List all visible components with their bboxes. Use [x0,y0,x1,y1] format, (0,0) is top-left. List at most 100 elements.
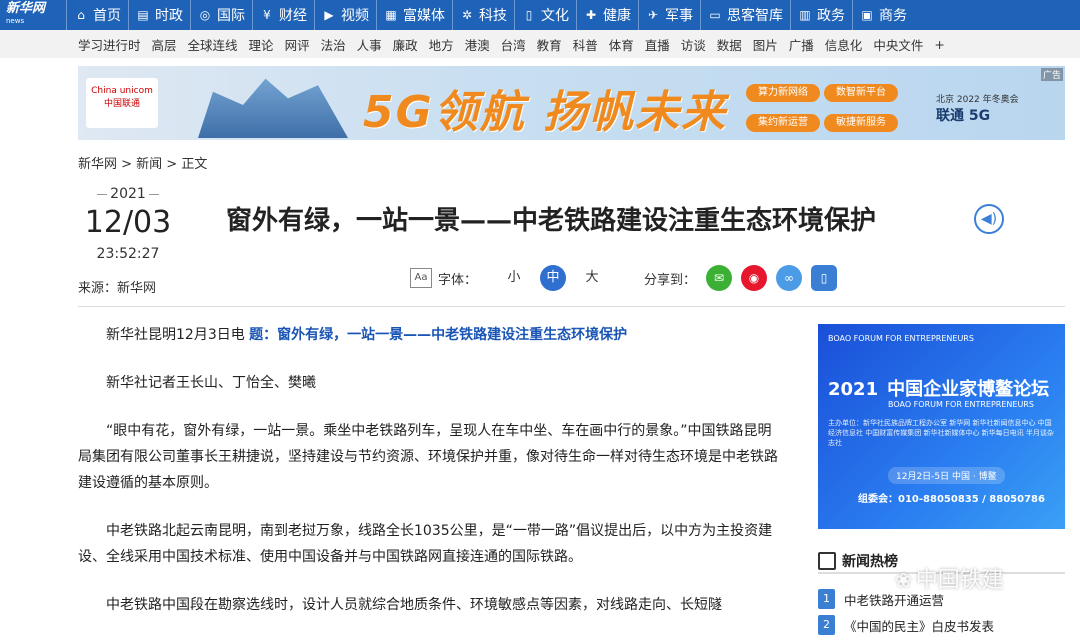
subnav-item-4[interactable]: 网评 [285,35,310,54]
subnav-item-16[interactable]: 数据 [717,35,742,54]
top-nav: 新华网 news ⌂ 首页 ▤ 时政 ◎ 国际 ¥ 财经 ▶ 视频 ▦ 富媒体 ✲ 科技 ▯ 文化 ✚ 健康 ✈ 军事 ▭… [0,0,1080,30]
article-paragraph: 中老铁路中国段在勘察选线时，设计人员就综合地质条件、环境敏感点等因素，对线路走向… [106,597,722,613]
politics-icon: ▤ [137,8,149,22]
subnav-item-21[interactable]: + [934,37,944,52]
subnav-item-13[interactable]: 体育 [609,35,634,54]
nav-item-3[interactable]: ¥ 财经 [252,0,314,30]
home-icon: ⌂ [77,8,85,22]
forum-ad-subtitle: BOAO FORUM FOR ENTREPRENEURS [888,400,1034,409]
nav-item-label: 富媒体 [403,8,445,24]
xinhua-logo[interactable]: 新华网 news [0,0,66,30]
news-list-icon [818,552,836,570]
banner-pill: 集约新运营 [746,114,820,132]
font-label: 字体： [438,272,478,288]
subnav-item-14[interactable]: 直播 [645,35,670,54]
video-icon: ▶ [324,8,334,22]
subnav-item-5[interactable]: 法治 [321,35,346,54]
nav-item-label: 健康 [603,8,631,24]
nav-item-8[interactable]: ✚ 健康 [576,0,638,30]
publish-month-day: 12/03 [84,205,172,240]
thinktank-icon: ▭ [709,8,721,22]
banner-slogan: 5G领航 扬帆未来 [363,87,728,138]
subnav-item-6[interactable]: 人事 [357,35,382,54]
hot-news-rank: 1 [818,589,835,609]
subnav-item-8[interactable]: 地方 [429,35,454,54]
hot-news-item[interactable]: 2 《中国的民主》白皮书发表 [818,612,1065,638]
subnav-item-7[interactable]: 廉政 [393,35,418,54]
nav-item-label: 国际 [217,8,245,24]
nav-item-0[interactable]: ⌂ 首页 [66,0,128,30]
nav-item-label: 科技 [479,8,507,24]
wechat-icon: ❀ [895,568,912,592]
tool-row: Aa 字体： 小 中 大 分享到： ✉ ◉ ∞ ▯ [410,264,846,292]
forum-ad-date: 12月2日-5日 中国 · 博鳌 [888,467,1005,484]
article-paragraph: “眼中有花，窗外有绿，一站一景。乘坐中老铁路列车，呈现人在车中坐、车在画中行的景… [78,423,778,491]
publish-time: 23:52:27 [96,246,160,262]
subnav-item-12[interactable]: 科普 [573,35,598,54]
military-icon: ✈ [647,8,659,22]
subnav-item-9[interactable]: 港澳 [465,35,490,54]
nav-item-5[interactable]: ▦ 富媒体 [376,0,452,30]
breadcrumb[interactable]: 新华网 > 新闻 > 正文 [78,153,207,172]
wechat-share-icon[interactable]: ✉ [706,265,733,291]
banner-pill: 算力新网络 [746,84,820,102]
hot-news-rank: 2 [818,615,835,635]
nav-item-11[interactable]: ▥ 政务 [790,0,852,30]
byline-paragraph: 新华社记者王长山、丁怡全、樊曦 [106,375,316,391]
article-title: 窗外有绿，一站一景——中老铁路建设注重生态环境保护 [226,206,877,236]
hot-news-text: 《中国的民主》白皮书发表 [844,618,995,634]
article-source: 来源：新华网 [78,281,157,296]
nav-item-label: 思客智库 [727,8,783,24]
nav-item-10[interactable]: ▭ 思客智库 [700,0,790,30]
nav-item-1[interactable]: ▤ 时政 [128,0,190,30]
nav-item-4[interactable]: ▶ 视频 [314,0,376,30]
font-size-medium[interactable]: 中 [540,265,567,291]
culture-icon: ▯ [525,8,533,22]
speaker-icon[interactable]: ◀) [974,204,1004,234]
subnav-item-18[interactable]: 广播 [789,35,814,54]
ad-tag: 广告 [1040,68,1063,81]
nav-item-12[interactable]: ▣ 商务 [852,0,914,30]
nav-item-2[interactable]: ◎ 国际 [190,0,252,30]
font-size-small[interactable]: 小 [501,265,527,291]
weibo-share-icon[interactable]: ◉ [741,265,768,291]
forum-ad[interactable]: BOAO FORUM FOR ENTREPRENEURS 2021 中国企业家博… [818,324,1065,529]
nav-item-label: 文化 [541,8,569,24]
nav-item-7[interactable]: ▯ 文化 [514,0,576,30]
subnav-item-19[interactable]: 信息化 [825,35,863,54]
nav-item-label: 视频 [341,8,369,24]
mobile-share-icon[interactable]: ▯ [811,265,838,291]
sub-nav: 学习进行时 高层 全球连线 理论 网评 法治 人事 廉政 地方 港澳 台湾 教育 科普 体育 直播 访谈 数据图… [0,30,1080,58]
gov-icon: ▥ [799,8,811,22]
article-body: 新华社昆明12月3日电 题：窗外有绿，一站一景——中老铁路建设注重生态环境保护 … [78,322,784,640]
subnav-item-17[interactable]: 图片 [753,35,778,54]
nav-item-label: 时政 [155,8,183,24]
nav-item-label: 军事 [665,8,693,24]
font-size-large[interactable]: 大 [579,265,605,291]
subnav-item-15[interactable]: 访谈 [681,35,706,54]
subnav-item-1[interactable]: 高层 [152,35,177,54]
nav-item-label: 财经 [279,8,307,24]
subnav-item-10[interactable]: 台湾 [501,35,526,54]
forum-ad-top: BOAO FORUM FOR ENTREPRENEURS [828,334,974,343]
nav-item-9[interactable]: ✈ 军事 [638,0,700,30]
health-icon: ✚ [585,8,597,22]
lead-paragraph: 新华社昆明12月3日电 题：窗外有绿，一站一景——中老铁路建设注重生态环境保护 [106,327,628,343]
subnav-item-2[interactable]: 全球连线 [188,35,238,54]
banner-brand: 北京 2022 年冬奥会 联通 5G [936,95,1019,124]
banner-pill: 数智新平台 [824,84,898,102]
subnav-item-11[interactable]: 教育 [537,35,562,54]
subnav-item-3[interactable]: 理论 [249,35,274,54]
nav-item-6[interactable]: ✲ 科技 [452,0,514,30]
banner-ad[interactable]: China unicom 中国联通 5G领航 扬帆未来 算力新网络 数智新平台集约… [78,66,1065,140]
share-label: 分享到： [644,272,697,288]
banner-pills: 算力新网络 数智新平台集约新运营 敏捷新服务 [746,80,906,140]
subnav-item-20[interactable]: 中央文件 [873,35,923,54]
top-nav-items: ⌂ 首页 ▤ 时政 ◎ 国际 ¥ 财经 ▶ 视频 ▦ 富媒体 ✲ 科技 ▯ 文化 ✚ 健康 ✈ 军事 ▭ 思客智库 ▥ 政务 ▣… [66,0,914,30]
forum-ad-phone: 组委会：010-88050835 / 88050786 [858,494,1045,505]
globe-icon: ◎ [199,8,211,22]
nav-item-label: 政务 [817,8,845,24]
link-share-icon[interactable]: ∞ [776,265,803,291]
subnav-item-0[interactable]: 学习进行时 [78,35,141,54]
forum-ad-headline: 2021 中国企业家博鳌论坛 [828,379,1050,400]
